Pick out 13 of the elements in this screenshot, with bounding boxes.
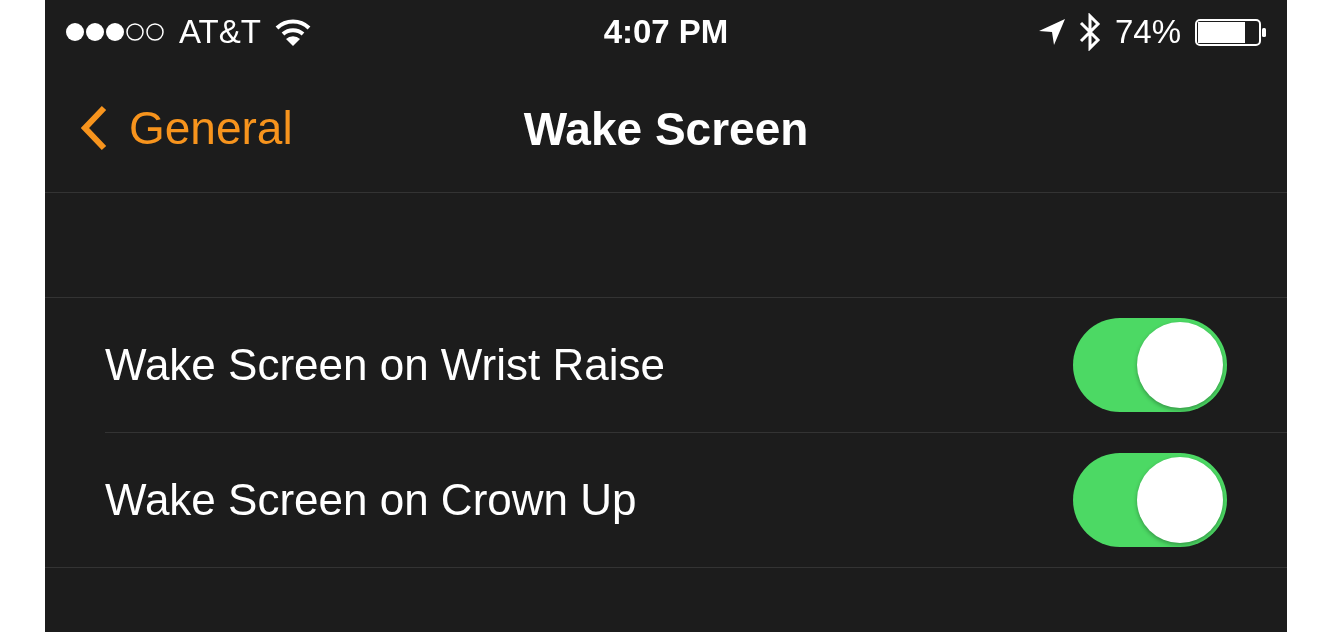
battery-icon xyxy=(1195,17,1267,47)
chevron-left-icon xyxy=(81,105,107,151)
carrier-name: AT&T xyxy=(179,13,261,51)
setting-label: Wake Screen on Crown Up xyxy=(105,475,637,525)
back-button[interactable]: General xyxy=(81,101,293,155)
location-arrow-icon xyxy=(1038,19,1065,45)
setting-label: Wake Screen on Wrist Raise xyxy=(105,340,665,390)
bluetooth-icon xyxy=(1078,13,1101,51)
signal-strength-icon xyxy=(65,21,165,43)
battery-percentage: 74% xyxy=(1114,13,1181,51)
status-time: 4:07 PM xyxy=(603,13,729,51)
wifi-icon xyxy=(274,18,311,46)
screen-title: Wake Screen xyxy=(523,102,809,156)
